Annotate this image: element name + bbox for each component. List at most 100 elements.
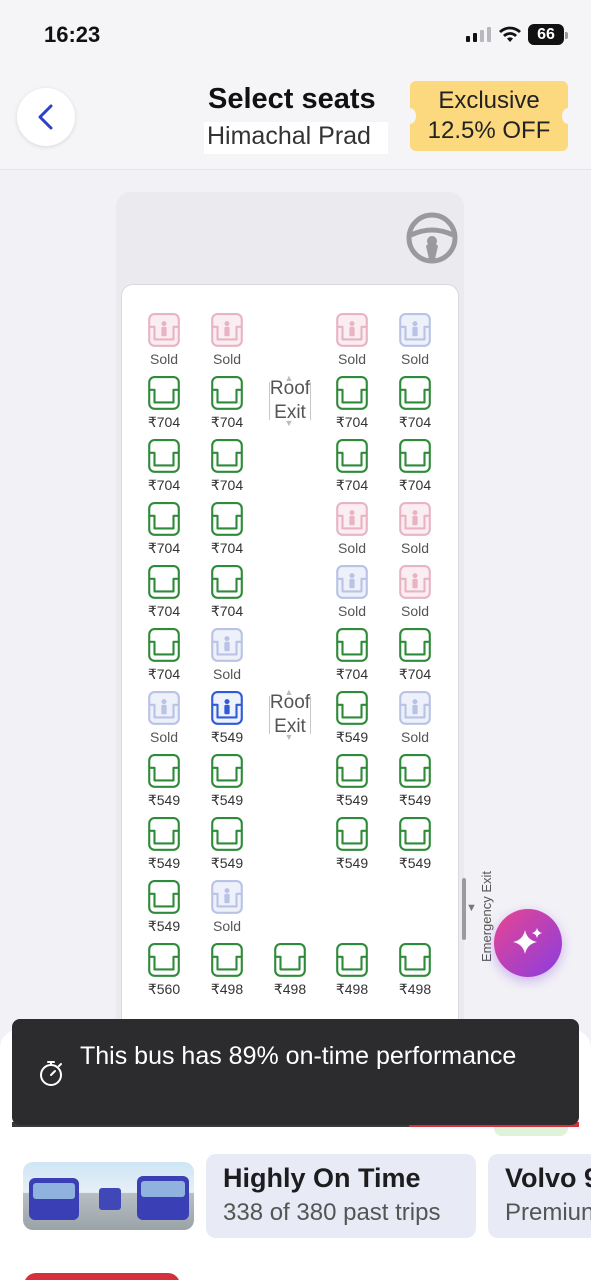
on-time-card[interactable]: Highly On Time 338 of 380 past trips: [206, 1154, 476, 1238]
seat[interactable]: ₹704: [329, 438, 375, 493]
seat[interactable]: ₹549: [204, 753, 250, 808]
card-subtitle: Premiun: [505, 1199, 591, 1226]
seat-icon: [148, 376, 180, 410]
seat-label: Sold: [212, 666, 242, 682]
seat[interactable]: ₹549: [204, 690, 250, 745]
seat-label: ₹704: [210, 603, 244, 619]
seat-icon: [399, 691, 431, 725]
seat[interactable]: ₹704: [392, 375, 438, 430]
bus-photo[interactable]: [23, 1162, 194, 1230]
seat[interactable]: ₹704: [204, 564, 250, 619]
seat[interactable]: ₹549: [329, 690, 375, 745]
seat-icon: [336, 754, 368, 788]
seat-icon: [148, 565, 180, 599]
seat[interactable]: ₹549: [392, 753, 438, 808]
seat[interactable]: ₹549: [141, 753, 187, 808]
ai-assistant-button[interactable]: [494, 909, 562, 977]
seat-icon: [148, 502, 180, 536]
seat[interactable]: ₹704: [141, 375, 187, 430]
seat: Sold: [392, 312, 438, 367]
seat-icon: [336, 502, 368, 536]
seat-label: ₹704: [335, 414, 369, 430]
seat: Sold: [329, 312, 375, 367]
seat-label: ₹704: [398, 414, 432, 430]
seat-label: Sold: [400, 540, 430, 556]
seat-icon: [211, 376, 243, 410]
back-button[interactable]: [17, 88, 75, 146]
seat[interactable]: ₹704: [141, 438, 187, 493]
seat-label: Sold: [400, 351, 430, 367]
seat-label: ₹549: [210, 729, 244, 745]
seat-label: ₹549: [147, 855, 181, 871]
seat-icon: [336, 439, 368, 473]
seat[interactable]: ₹498: [392, 942, 438, 997]
seat[interactable]: ₹549: [392, 816, 438, 871]
status-time: 16:23: [44, 22, 101, 47]
seat-label: ₹704: [210, 414, 244, 430]
continue-button[interactable]: [24, 1273, 180, 1280]
seat[interactable]: ₹704: [329, 375, 375, 430]
seat[interactable]: ₹498: [329, 942, 375, 997]
card-title: Highly On Time: [223, 1163, 421, 1193]
seat[interactable]: ₹704: [329, 627, 375, 682]
seat-icon: [148, 754, 180, 788]
emergency-exit-arrow-icon: ▼: [466, 902, 477, 914]
seat-label: ₹549: [147, 918, 181, 934]
seat-label: ₹549: [398, 855, 432, 871]
seat[interactable]: ₹704: [204, 375, 250, 430]
seat-label: ₹704: [147, 477, 181, 493]
seat-icon: [211, 628, 243, 662]
seat-icon: [211, 754, 243, 788]
header: Select seats Himachal Prad Exclusive 12.…: [0, 70, 591, 170]
on-time-toast[interactable]: This bus has 89% on-time performance: [12, 1019, 579, 1125]
card-title: Volvo 9: [505, 1163, 591, 1193]
seat: Sold: [329, 564, 375, 619]
seat-icon: [399, 565, 431, 599]
seat[interactable]: ₹704: [141, 564, 187, 619]
seat-label: ₹704: [210, 477, 244, 493]
seat-label: ₹704: [335, 666, 369, 682]
seat-label: Sold: [149, 351, 179, 367]
seat[interactable]: ₹498: [267, 942, 313, 997]
seat-label: Sold: [212, 918, 242, 934]
route-subtitle: Himachal Prad: [204, 122, 388, 154]
seat[interactable]: ₹704: [392, 438, 438, 493]
cellular-signal-icon: [466, 27, 491, 42]
seat-icon: [148, 943, 180, 977]
exclusive-offer-badge[interactable]: Exclusive 12.5% OFF: [404, 81, 574, 151]
seat-icon: [148, 313, 180, 347]
emergency-exit-label: Emergency Exit: [479, 870, 494, 962]
seat-label: ₹549: [398, 792, 432, 808]
seat-icon: [148, 880, 180, 914]
seat[interactable]: ₹549: [329, 753, 375, 808]
seat[interactable]: ₹704: [204, 501, 250, 556]
seat-label: ₹498: [335, 981, 369, 997]
sparkle-icon: [513, 928, 542, 954]
roof-exit-2: ▲ Roof Exit ▼: [265, 688, 315, 742]
seat-icon: [211, 943, 243, 977]
seat[interactable]: ₹549: [141, 816, 187, 871]
seat-label: Sold: [212, 351, 242, 367]
bus-type-card[interactable]: Volvo 9 Premiun: [488, 1154, 591, 1238]
seat[interactable]: ₹704: [141, 501, 187, 556]
seat[interactable]: ₹704: [392, 627, 438, 682]
seat-icon: [211, 691, 243, 725]
seat[interactable]: ₹704: [204, 438, 250, 493]
seat[interactable]: ₹549: [329, 816, 375, 871]
page-title: Select seats: [208, 83, 376, 115]
seat-icon: [336, 376, 368, 410]
seat[interactable]: ₹560: [141, 942, 187, 997]
seat-icon: [336, 313, 368, 347]
seat[interactable]: ₹549: [204, 816, 250, 871]
toast-message: This bus has 89% on-time performance: [80, 1042, 517, 1070]
seat[interactable]: ₹549: [141, 879, 187, 934]
seat-label: Sold: [337, 540, 367, 556]
steering-wheel-icon: [406, 212, 458, 264]
seat-label: ₹549: [335, 792, 369, 808]
seat[interactable]: ₹498: [204, 942, 250, 997]
seat-icon: [211, 313, 243, 347]
seat-icon: [336, 628, 368, 662]
seat-icon: [399, 376, 431, 410]
seat-label: Sold: [400, 603, 430, 619]
seat[interactable]: ₹704: [141, 627, 187, 682]
